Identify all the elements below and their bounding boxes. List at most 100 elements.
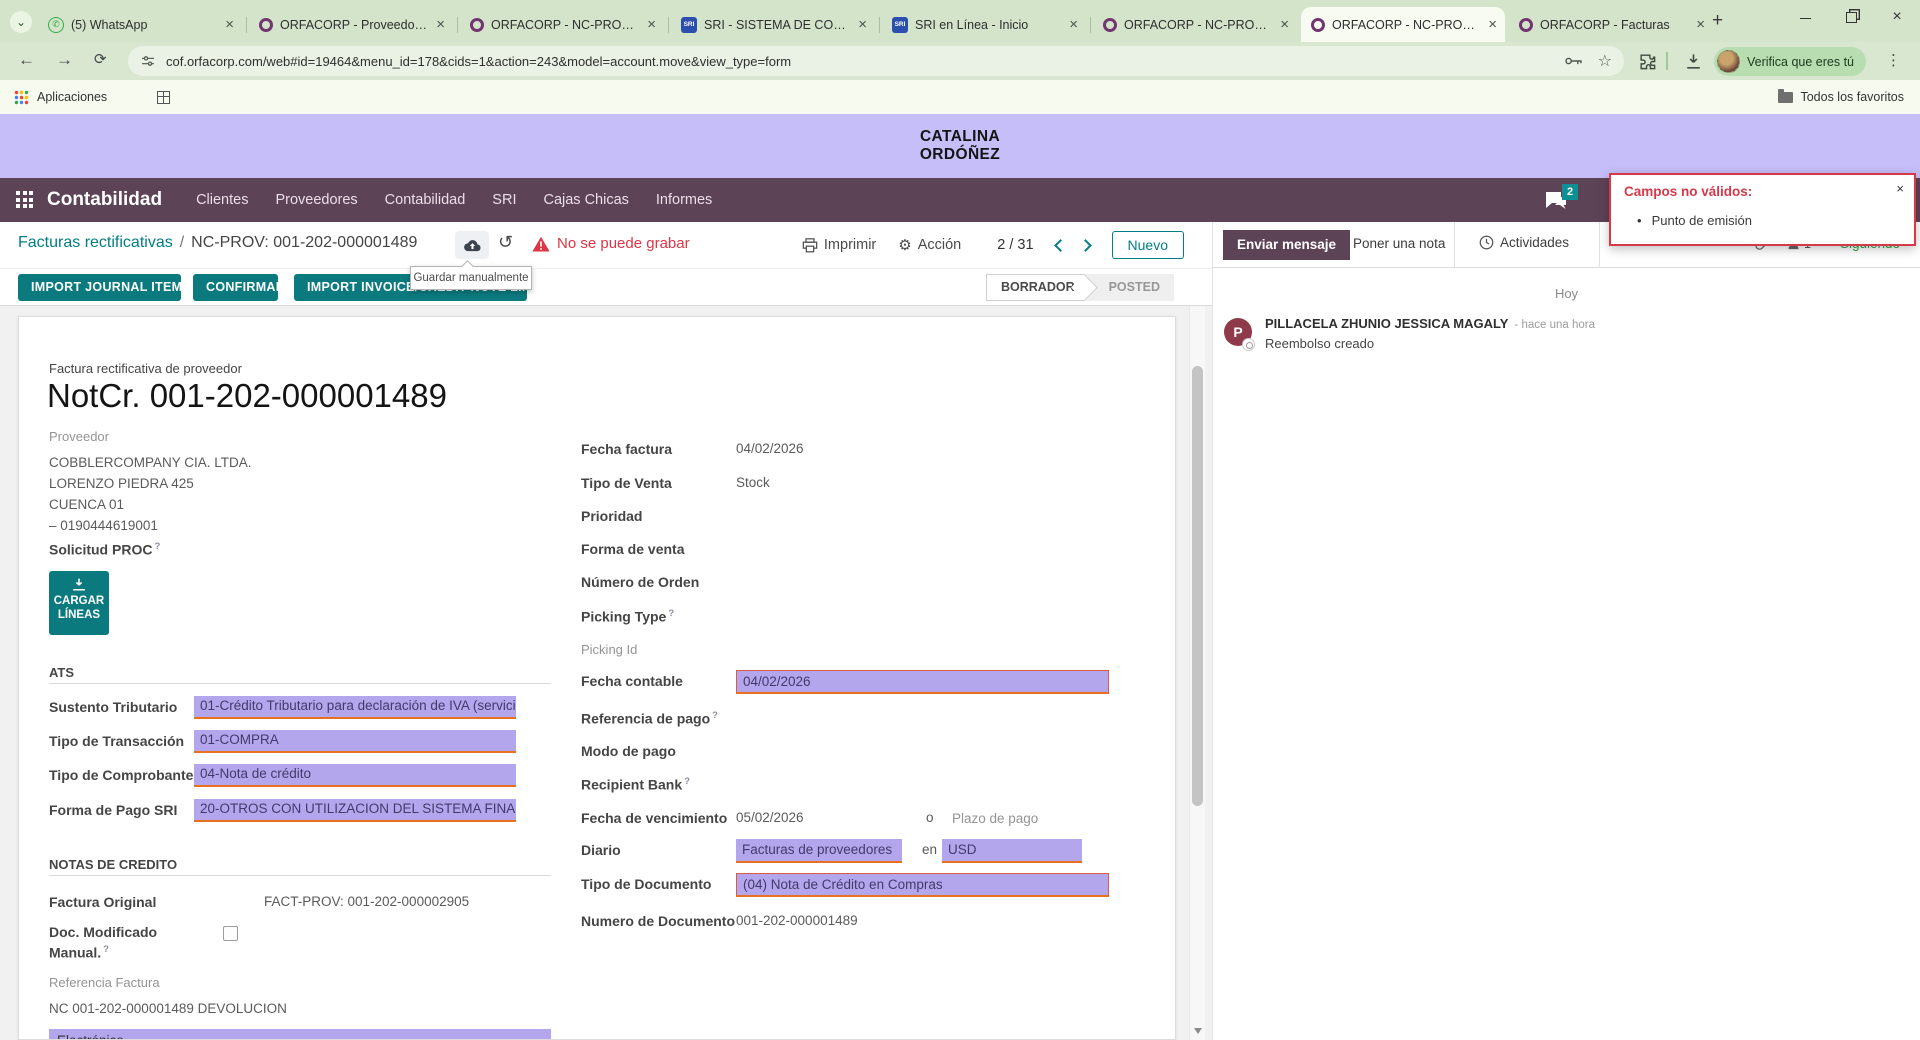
field-label: Picking Id [581,642,637,657]
tab-close-icon[interactable]: × [1280,18,1289,32]
extensions-puzzle-icon[interactable] [1638,52,1657,71]
doc-modificado-checkbox[interactable] [223,926,238,941]
fecha-contable-input[interactable]: 04/02/2026 [736,670,1109,694]
printer-icon [802,238,818,253]
nav-item-sri[interactable]: SRI [492,192,516,208]
scrollbar-down-arrow[interactable] [1194,1028,1202,1034]
nav-item-contabilidad[interactable]: Contabilidad [385,192,466,208]
browser-tab-sri-sistema[interactable]: SRI SRI - SISTEMA DE COMPR × [671,7,875,42]
tab-close-icon[interactable]: × [858,18,867,32]
form-sheet: Factura rectificativa de proveedor NotCr… [18,316,1176,1040]
field-label: Prioridad [581,508,642,524]
send-message-button[interactable]: Enviar mensaje [1223,230,1350,260]
partner-name[interactable]: COBBLERCOMPANY CIA. LTDA. [49,455,252,470]
browser-tab-orfacorp-ncprov-active[interactable]: ORFACORP - NC-PROV: 0 × [1301,7,1505,42]
messages-badge: 2 [1562,184,1578,200]
electronico-field[interactable]: Electrónico [49,1029,551,1040]
tipo-comprobante-input[interactable]: 04-Nota de crédito [194,764,516,787]
diario-input[interactable]: Facturas de proveedores [736,839,902,863]
pager-previous-icon[interactable] [1054,239,1067,252]
toast-close-icon[interactable]: × [1896,181,1904,196]
browser-tab-sri-en-linea[interactable]: SRI SRI en Línea - Inicio × [882,7,1086,42]
referencia-factura-value[interactable]: NC 001-202-000001489 DEVOLUCION [49,1001,287,1016]
import-journal-items-button[interactable]: IMPORT JOURNAL ITEMS [18,274,181,301]
tab-title: ORFACORP - Facturas [1540,18,1689,32]
window-minimize-button[interactable] [1782,0,1828,34]
action-menu-button[interactable]: ⚙ Acción [898,236,961,254]
record-pager: 2 / 31 [997,237,1033,253]
status-posted[interactable]: POSTED [1085,274,1174,301]
tab-title: (5) WhatsApp [71,18,218,32]
message-day-separator: Hoy [1213,286,1920,301]
save-manually-button[interactable] [455,231,489,259]
nav-item-informes[interactable]: Informes [656,192,712,208]
tab-close-icon[interactable]: × [225,18,234,32]
help-marker: ? [712,710,718,721]
url-bar[interactable]: cof.orfacorp.com/web#id=19464&menu_id=17… [128,46,1624,76]
status-draft[interactable]: BORRADOR [986,274,1085,301]
field-label: Tipo de Venta [581,475,672,491]
tab-close-icon[interactable]: × [1069,18,1078,32]
browser-tab-orfacorp-proveedores[interactable]: ORFACORP - Proveedores × [249,7,453,42]
bookmark-star-icon[interactable]: ☆ [1598,51,1612,71]
window-restore-button[interactable] [1828,0,1874,34]
help-marker: ? [154,541,160,552]
browser-tab-orfacorp-ncprov-2[interactable]: ORFACORP - NC-PROV: 0 × [1093,7,1297,42]
bookmarks-bar: Aplicaciones Todos los favoritos [0,80,1920,114]
factura-original-value[interactable]: FACT-PROV: 001-202-000002905 [264,894,469,909]
currency-input[interactable]: USD [942,839,1082,863]
form-scrollbar[interactable] [1189,306,1205,1040]
tab-close-icon[interactable]: × [647,18,656,32]
tab-groups-icon[interactable] [157,91,170,104]
tipo-venta-value[interactable]: Stock [736,475,770,490]
confirm-button[interactable]: CONFIRMAR [193,274,278,301]
nav-item-proveedores[interactable]: Proveedores [275,192,357,208]
help-marker: ? [668,608,674,619]
scrollbar-thumb[interactable] [1192,366,1203,806]
profile-avatar [1717,50,1740,73]
log-note-button[interactable]: Poner una nota [1353,236,1445,251]
browser-tab-orfacorp-ncprov-1[interactable]: ORFACORP - NC-PROV: 14 × [460,7,664,42]
download-icon[interactable] [1684,52,1703,71]
nav-item-clientes[interactable]: Clientes [196,192,248,208]
site-settings-icon[interactable] [140,53,156,69]
apps-shortcut[interactable]: Aplicaciones [14,90,170,105]
window-close-button[interactable]: × [1874,0,1920,34]
activities-button[interactable]: Actividades [1479,235,1569,250]
new-tab-button[interactable]: + [1712,10,1723,32]
tipo-documento-input[interactable]: (04) Nota de Crédito en Compras [736,873,1109,897]
field-forma-pago-sri: Forma de Pago SRI 20-OTROS CON UTILIZACI… [49,799,554,823]
forma-pago-sri-input[interactable]: 20-OTROS CON UTILIZACION DEL SISTEMA FIN… [194,799,516,822]
tipo-transaccion-input[interactable]: 01-COMPRA [194,730,516,753]
tab-close-icon[interactable]: × [436,18,445,32]
application-window: ⌄ ✆ (5) WhatsApp × ORFACORP - Proveedore… [0,0,1920,1040]
back-icon[interactable]: ← [18,50,35,70]
browser-tab-whatsapp[interactable]: ✆ (5) WhatsApp × [38,7,242,42]
field-label: Forma de venta [581,541,684,557]
fecha-factura-value[interactable]: 04/02/2026 [736,441,804,456]
fecha-vencimiento-value[interactable]: 05/02/2026 [736,810,804,825]
apps-menu-icon[interactable] [16,191,34,209]
browser-tab-orfacorp-facturas[interactable]: ORFACORP - Facturas × [1509,7,1713,42]
discard-changes-icon[interactable]: ↺ [498,232,513,253]
numero-documento-value[interactable]: 001-202-000001489 [736,913,858,928]
cargar-lineas-button[interactable]: CARGAR LÍNEAS [49,571,109,635]
reload-icon[interactable]: ⟳ [94,50,107,68]
tab-close-icon[interactable]: × [1696,18,1705,32]
new-record-button[interactable]: Nuevo [1112,231,1184,259]
pager-next-icon[interactable] [1079,239,1092,252]
tab-search-chevron-icon[interactable]: ⌄ [10,11,32,33]
profile-button[interactable]: Verifica que eres tú [1714,47,1866,76]
password-key-icon[interactable] [1564,54,1584,68]
tab-title: SRI - SISTEMA DE COMPR [704,18,851,32]
all-bookmarks-button[interactable]: Todos los favoritos [1778,90,1904,104]
sustento-tributario-input[interactable]: 01-Crédito Tributario para declaración d… [194,696,516,719]
app-brand[interactable]: Contabilidad [47,189,162,211]
breadcrumb-parent-link[interactable]: Facturas rectificativas [18,234,173,252]
forward-icon[interactable]: → [56,50,73,70]
tab-close-icon[interactable]: × [1488,18,1497,32]
nav-item-cajas-chicas[interactable]: Cajas Chicas [543,192,628,208]
plazo-pago-link[interactable]: Plazo de pago [952,811,1038,826]
browser-menu-icon[interactable]: ⋮ [1886,51,1901,69]
print-button[interactable]: Imprimir [802,237,876,253]
